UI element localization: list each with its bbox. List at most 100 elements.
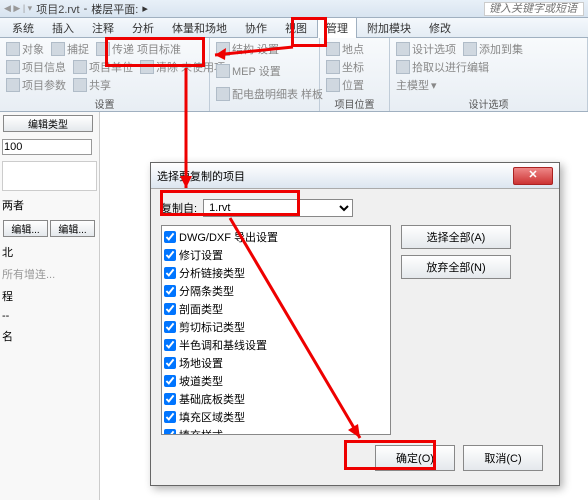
pick-icon bbox=[396, 60, 410, 74]
item-check[interactable] bbox=[164, 303, 176, 315]
btn-shared[interactable]: 共享 bbox=[71, 76, 113, 94]
mep-icon bbox=[216, 64, 230, 78]
struct-icon bbox=[216, 42, 230, 56]
group-label-design: 设计选项 bbox=[394, 94, 583, 111]
tab-annotate[interactable]: 注释 bbox=[84, 18, 122, 38]
item-check[interactable] bbox=[164, 339, 176, 351]
btn-pick-edit[interactable]: 拾取以进行编辑 bbox=[394, 58, 491, 76]
ming-label: 名 bbox=[2, 331, 13, 343]
nav-icons: ◀ ▶ | ▾ bbox=[4, 3, 32, 14]
north-label: 北 bbox=[2, 247, 13, 259]
tab-view[interactable]: 视图 bbox=[277, 18, 315, 38]
edit-btn-1[interactable]: 编辑... bbox=[3, 220, 48, 237]
btn-snap[interactable]: 捕捉 bbox=[49, 40, 91, 58]
project-name: 项目2.rvt bbox=[36, 1, 79, 17]
addset-icon bbox=[463, 42, 477, 56]
btn-position[interactable]: 位置 bbox=[324, 76, 366, 94]
btn-struct[interactable]: 结构 设置 bbox=[214, 40, 281, 58]
btn-design-opt[interactable]: 设计选项 bbox=[394, 40, 458, 58]
cancel-button[interactable]: 取消(C) bbox=[463, 445, 543, 471]
info-icon bbox=[6, 60, 20, 74]
both-label: 两者 bbox=[2, 200, 24, 212]
btn-panel-sched[interactable]: 配电盘明细表 样板 bbox=[214, 85, 325, 103]
tab-manage[interactable]: 管理 bbox=[317, 17, 357, 38]
group-label-settings: 设置 bbox=[4, 94, 205, 111]
btn-location[interactable]: 地点 bbox=[324, 40, 366, 58]
dash-label: -- bbox=[2, 310, 9, 322]
dialog-title: 选择要复制的项目 bbox=[157, 168, 245, 184]
close-button[interactable]: ✕ bbox=[513, 167, 553, 185]
position-icon bbox=[326, 78, 340, 92]
tab-analyze[interactable]: 分析 bbox=[124, 18, 162, 38]
title-bar: ◀ ▶ | ▾ 项目2.rvt - 楼层平面: ▸ bbox=[0, 0, 588, 18]
item-check[interactable] bbox=[164, 375, 176, 387]
select-all-button[interactable]: 选择全部(A) bbox=[401, 225, 511, 249]
view-name: 楼层平面: bbox=[91, 1, 138, 17]
list-item: 基础底板类型 bbox=[164, 390, 388, 408]
list-item: 填充样式 bbox=[164, 426, 388, 435]
note-label: 所有增连... bbox=[2, 269, 55, 281]
list-item: 分隔条类型 bbox=[164, 282, 388, 300]
item-check[interactable] bbox=[164, 249, 176, 261]
btn-add-set[interactable]: 添加到集 bbox=[461, 40, 525, 58]
list-item: 场地设置 bbox=[164, 354, 388, 372]
discard-all-button[interactable]: 放弃全部(N) bbox=[401, 255, 511, 279]
value-input[interactable] bbox=[2, 139, 92, 155]
ribbon-panel: 对象 捕捉 传递 项目标准 项目信息 项目单位 清除 未使用项 项目参数 共享 … bbox=[0, 38, 588, 112]
btn-transfer[interactable]: 传递 项目标准 bbox=[94, 40, 183, 58]
list-item: 剖面类型 bbox=[164, 300, 388, 318]
item-check[interactable] bbox=[164, 411, 176, 423]
tab-modify[interactable]: 修改 bbox=[421, 18, 459, 38]
item-check[interactable] bbox=[164, 321, 176, 333]
location-icon bbox=[326, 42, 340, 56]
item-check[interactable] bbox=[164, 231, 176, 243]
btn-coords[interactable]: 坐标 bbox=[324, 58, 366, 76]
tab-system[interactable]: 系统 bbox=[4, 18, 42, 38]
purge-icon bbox=[140, 60, 154, 74]
edit-btn-2[interactable]: 编辑... bbox=[50, 220, 95, 237]
item-check[interactable] bbox=[164, 429, 176, 435]
ok-button[interactable]: 确定(O) bbox=[375, 445, 455, 471]
item-check[interactable] bbox=[164, 357, 176, 369]
item-check[interactable] bbox=[164, 393, 176, 405]
btn-mep[interactable]: MEP 设置 bbox=[214, 62, 283, 80]
shared-icon bbox=[73, 78, 87, 92]
sched-icon bbox=[216, 87, 230, 101]
list-item: 填充区域类型 bbox=[164, 408, 388, 426]
list-item: 修订设置 bbox=[164, 246, 388, 264]
unit-icon bbox=[73, 60, 87, 74]
list-item: 分析链接类型 bbox=[164, 264, 388, 282]
item-check[interactable] bbox=[164, 267, 176, 279]
btn-projunit[interactable]: 项目单位 bbox=[71, 58, 135, 76]
list-item: 半色调和基线设置 bbox=[164, 336, 388, 354]
list-item: 剪切标记类型 bbox=[164, 318, 388, 336]
coords-icon bbox=[326, 60, 340, 74]
item-check[interactable] bbox=[164, 285, 176, 297]
copy-from-select[interactable]: 1.rvt bbox=[203, 199, 353, 217]
param-icon bbox=[6, 78, 20, 92]
content-area: 编辑类型 两者 编辑...编辑... 北 所有增连... 程 -- 名 选择要复… bbox=[0, 112, 588, 500]
list-item: DWG/DXF 导出设置 bbox=[164, 228, 388, 246]
search-input[interactable] bbox=[484, 2, 584, 16]
tab-insert[interactable]: 插入 bbox=[44, 18, 82, 38]
design-icon bbox=[396, 42, 410, 56]
btn-main-model[interactable]: 主模型 ▾ bbox=[394, 76, 439, 94]
group-label-projloc: 项目位置 bbox=[324, 94, 385, 111]
btn-projparam[interactable]: 项目参数 bbox=[4, 76, 68, 94]
item-list[interactable]: DWG/DXF 导出设置 修订设置 分析链接类型 分隔条类型 剖面类型 剪切标记… bbox=[161, 225, 391, 435]
snap-icon bbox=[51, 42, 65, 56]
tab-massing[interactable]: 体量和场地 bbox=[164, 18, 235, 38]
list-item: 坡道类型 bbox=[164, 372, 388, 390]
edit-type-button[interactable]: 编辑类型 bbox=[3, 115, 93, 132]
btn-object[interactable]: 对象 bbox=[4, 40, 46, 58]
tab-collab[interactable]: 协作 bbox=[237, 18, 275, 38]
cheng-label: 程 bbox=[2, 291, 13, 303]
transfer-icon bbox=[96, 42, 110, 56]
tab-addins[interactable]: 附加模块 bbox=[359, 18, 419, 38]
dialog-titlebar: 选择要复制的项目 ✕ bbox=[151, 163, 559, 189]
copy-from-label: 复制自: bbox=[161, 200, 197, 216]
ribbon-tabs: 系统 插入 注释 分析 体量和场地 协作 视图 管理 附加模块 修改 bbox=[0, 18, 588, 38]
btn-projinfo[interactable]: 项目信息 bbox=[4, 58, 68, 76]
properties-panel: 编辑类型 两者 编辑...编辑... 北 所有增连... 程 -- 名 bbox=[0, 112, 100, 500]
object-icon bbox=[6, 42, 20, 56]
